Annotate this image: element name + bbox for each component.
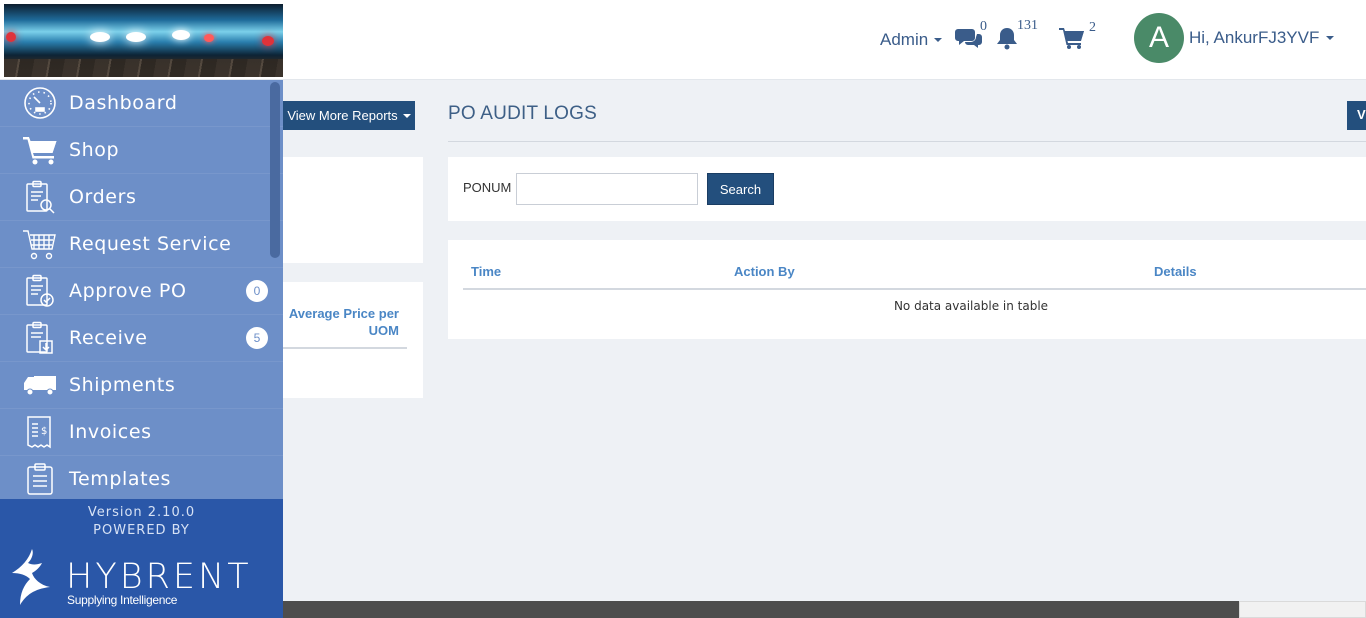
sidebar-footer: Version 2.10.0 POWERED BY HYBRENT Supply… <box>0 499 283 618</box>
view-more-reports-label: View More Reports <box>287 108 398 123</box>
user-avatar[interactable]: A <box>1134 13 1184 63</box>
sidebar-item-orders[interactable]: Orders <box>0 174 283 221</box>
notifications-bell-icon[interactable] <box>995 26 1019 55</box>
version-text: Version 2.10.0 <box>87 505 196 520</box>
user-menu[interactable]: Hi, AnkurFJ3YVF <box>1189 28 1335 48</box>
admin-label: Admin <box>880 30 929 49</box>
left-filter-panel <box>283 157 423 263</box>
left-table-panel <box>283 282 423 398</box>
hybrent-bird-logo-icon <box>10 549 52 614</box>
sidebar-item-label: Invoices <box>69 421 152 443</box>
notifications-count: 131 <box>1017 18 1038 33</box>
sidebar-item-label: Templates <box>69 468 171 490</box>
ponum-label: PONUM <box>463 180 512 195</box>
sidebar-item-label: Request Service <box>69 233 232 255</box>
invoice-dollar-icon: $ <box>22 414 58 450</box>
sidebar-item-shop[interactable]: Shop <box>0 127 283 174</box>
sidebar-item-request-service[interactable]: Request Service <box>0 221 283 268</box>
chevron-down-icon <box>402 113 411 118</box>
right-action-button[interactable]: V <box>1347 101 1366 130</box>
sidebar-item-shipments[interactable]: Shipments <box>0 362 283 409</box>
messages-icon[interactable] <box>955 27 983 54</box>
sidebar-item-label: Approve PO <box>69 280 187 302</box>
sidebar-item-dashboard[interactable]: Dashboard <box>0 80 283 127</box>
top-header: Admin 0 131 2 A Hi, AnkurFJ3YVF <box>0 0 1366 80</box>
ponum-input[interactable] <box>516 173 698 205</box>
sidebar-item-label: Shipments <box>69 374 176 396</box>
receive-count-badge: 5 <box>246 327 268 349</box>
sidebar-item-label: Orders <box>69 186 137 208</box>
divider <box>283 347 407 349</box>
sidebar: Dashboard Shop Orders Request Service Ap… <box>0 80 283 618</box>
truck-icon <box>22 367 58 403</box>
templates-clipboard-icon <box>22 461 58 497</box>
cart-icon[interactable] <box>1059 27 1085 54</box>
approve-po-count-badge: 0 <box>246 280 268 302</box>
shopping-cart-icon <box>22 132 58 168</box>
sidebar-item-receive[interactable]: Receive 5 <box>0 315 283 362</box>
empty-table-message: No data available in table <box>893 299 1049 313</box>
request-service-cart-icon <box>22 226 58 262</box>
sidebar-item-templates[interactable]: Templates <box>0 456 283 499</box>
horizontal-scrollbar-thumb[interactable] <box>1239 601 1366 618</box>
header-banner-image <box>4 4 283 77</box>
brand-tagline: Supplying Intelligence <box>67 593 178 607</box>
sidebar-item-label: Shop <box>69 139 120 161</box>
sidebar-item-label: Receive <box>69 327 148 349</box>
messages-count: 0 <box>980 19 987 34</box>
cart-count: 2 <box>1089 20 1096 35</box>
approve-clipboard-check-icon <box>22 273 58 309</box>
sidebar-item-invoices[interactable]: $ Invoices <box>0 409 283 456</box>
horizontal-scrollbar-track[interactable] <box>283 601 1366 618</box>
admin-menu[interactable]: Admin <box>880 30 943 50</box>
column-header-time[interactable]: Time <box>471 264 501 279</box>
column-header-details[interactable]: Details <box>1154 264 1197 279</box>
sidebar-scrollbar[interactable] <box>270 82 280 258</box>
orders-clipboard-search-icon <box>22 179 58 215</box>
search-button[interactable]: Search <box>707 173 774 205</box>
sidebar-item-approve-po[interactable]: Approve PO 0 <box>0 268 283 315</box>
view-more-reports-button[interactable]: View More Reports <box>283 101 415 130</box>
sidebar-item-label: Dashboard <box>69 92 178 114</box>
sidebar-menu: Dashboard Shop Orders Request Service Ap… <box>0 80 283 499</box>
page-title: PO AUDIT LOGS <box>448 103 598 124</box>
receive-clipboard-download-icon <box>22 320 58 356</box>
chevron-down-icon <box>1326 36 1335 40</box>
dashboard-gauge-icon <box>22 85 58 121</box>
avg-price-column-header[interactable]: Average Price per UOM <box>283 305 399 339</box>
divider <box>463 288 1366 290</box>
powered-by-text: POWERED BY <box>93 523 190 538</box>
chevron-down-icon <box>934 38 943 42</box>
svg-text:$: $ <box>41 426 47 437</box>
divider <box>448 141 1366 142</box>
column-header-action-by[interactable]: Action By <box>734 264 795 279</box>
brand-name: HYBRENT <box>66 557 252 597</box>
user-greeting: Hi, AnkurFJ3YVF <box>1189 28 1320 47</box>
